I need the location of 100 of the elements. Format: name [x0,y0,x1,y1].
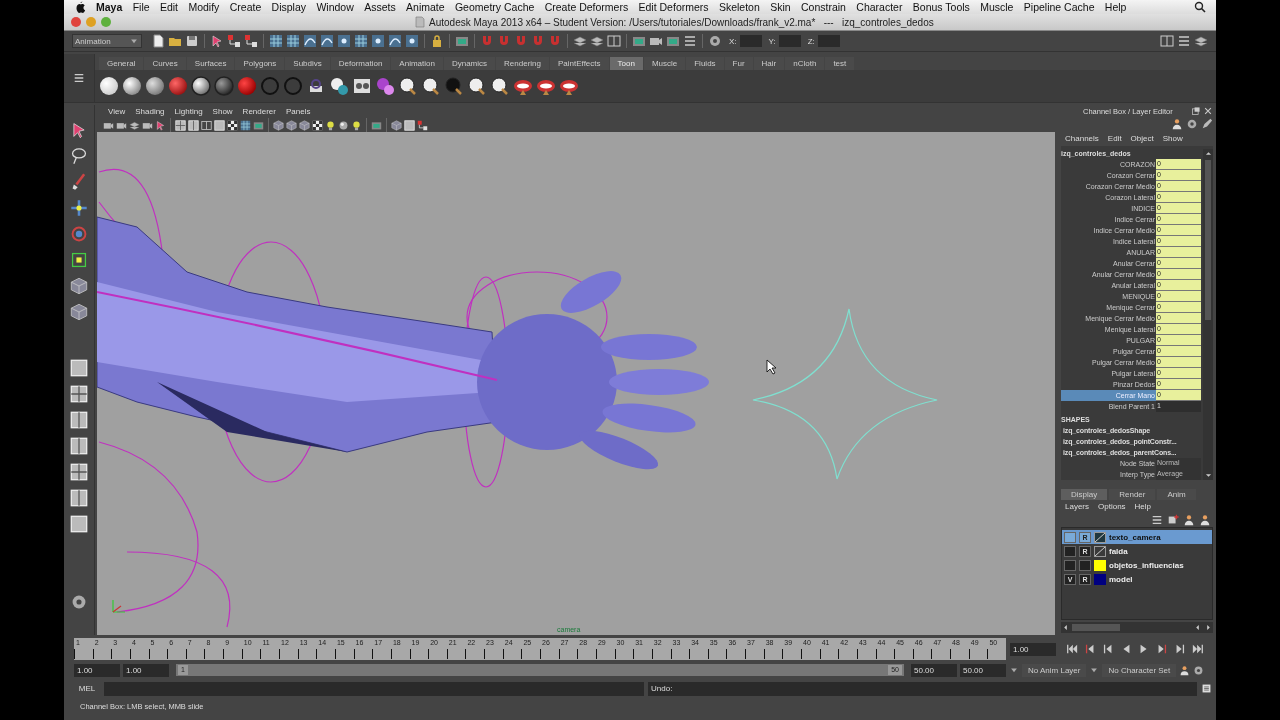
shelf-tab[interactable]: Fur [724,57,753,70]
menu-item[interactable]: Edit Deformers [633,1,714,13]
scrollbar[interactable] [1061,622,1213,633]
no-color-swatch-icon[interactable] [1094,545,1106,557]
close-icon[interactable] [1203,106,1213,116]
settings-icon[interactable] [70,593,88,611]
lasso-icon[interactable] [70,147,88,165]
spheres-icon[interactable] [375,76,395,96]
sphere-icon[interactable] [99,76,119,96]
list-icon[interactable] [1177,34,1191,48]
current-frame-field[interactable]: 1.00 [1010,642,1056,656]
app-menu[interactable]: Maya [86,1,128,13]
range-start-field[interactable]: 1.00 [123,663,169,677]
snap-curve-icon[interactable] [388,34,402,48]
layout-split-icon[interactable] [188,119,199,131]
hierarchy-icon[interactable] [244,34,258,48]
snap-point-icon[interactable] [371,34,385,48]
cube-icon[interactable] [299,119,310,131]
scrollbar[interactable] [1203,149,1213,480]
person-icon[interactable] [1179,664,1191,676]
script-icon[interactable] [1201,683,1212,694]
visibility-toggle[interactable] [1064,531,1076,543]
render-icon[interactable] [253,119,264,131]
lock-icon[interactable] [430,34,444,48]
panel-menu[interactable]: Lighting [169,107,208,116]
shelf-tab[interactable]: Animation [391,57,443,70]
menu-item[interactable]: Muscle [975,1,1019,13]
snap-point-icon[interactable] [405,34,419,48]
scale-icon[interactable] [70,251,88,269]
menu-item[interactable]: Create [224,1,267,13]
list-icon[interactable] [73,72,85,84]
new-layer-icon[interactable] [1167,514,1179,526]
search-icon[interactable] [1194,1,1206,13]
shelf-tab[interactable]: Fluids [686,57,724,70]
move-icon[interactable] [70,199,88,217]
visibility-toggle[interactable] [1064,545,1076,557]
step-forward-key-icon[interactable] [1174,643,1186,655]
shelf-tab[interactable]: Subdivs [285,57,330,70]
layer-menu[interactable]: Options [1098,502,1126,511]
layout-split-icon[interactable] [70,411,88,429]
settings-icon[interactable] [708,34,722,48]
person-icon[interactable] [1183,514,1195,526]
shelf-tab[interactable]: Polygons [235,57,285,70]
menu-item[interactable]: Character [851,1,908,13]
command-field[interactable] [104,681,644,696]
end-time-field[interactable]: 50.00 [960,663,1006,677]
color-swatch[interactable] [1094,559,1106,571]
snap-grid-icon[interactable] [286,34,300,48]
select-arrow-icon[interactable] [210,34,224,48]
sphere-brush-icon[interactable] [398,76,418,96]
new-file-icon[interactable] [151,34,165,48]
menu-item[interactable]: Skeleton [713,1,765,13]
menu-item[interactable]: Help [1099,1,1132,13]
layer-row[interactable]: objetos_influencias [1062,558,1212,572]
rotate-icon[interactable] [70,225,88,243]
settings-icon[interactable] [1193,664,1205,676]
layer-tab[interactable]: Render [1109,489,1156,500]
cube-icon[interactable] [70,277,88,295]
channel-box-menu[interactable]: Channels [1065,133,1099,143]
snap-grid-icon[interactable] [240,119,251,131]
shelf-tab[interactable]: Curves [144,57,186,70]
menu-item[interactable]: Edit [154,1,184,13]
skip-end-icon[interactable] [1192,643,1204,655]
panel-menu[interactable]: Show [207,107,238,116]
shelf-tab[interactable]: nCloth [785,57,825,70]
panel-menu[interactable]: View [103,107,131,116]
script-language-toggle[interactable]: MEL [74,684,100,693]
panel-icon[interactable] [201,119,212,131]
panel-menu[interactable]: Renderer [237,107,281,116]
layers-icon[interactable] [1194,34,1208,48]
layout-split-icon[interactable] [70,437,88,455]
close-window-button[interactable] [71,17,81,27]
menu-item[interactable]: Constrain [795,1,852,13]
settings-icon[interactable] [1186,117,1198,130]
cube-icon[interactable] [286,119,297,131]
shelf-tab[interactable]: Deformation [330,57,391,70]
sphere-icon[interactable] [122,76,142,96]
step-back-icon[interactable] [1102,643,1114,655]
layout-single-icon[interactable] [70,359,88,377]
panel-icon[interactable] [607,34,621,48]
cube-icon[interactable] [70,303,88,321]
shelf-tab[interactable]: Rendering [496,57,549,70]
float-icon[interactable] [1191,106,1201,116]
spheres-icon[interactable] [329,76,349,96]
anim-layer-dropdown[interactable]: No Anim Layer [1022,663,1087,677]
scroll-left-icon[interactable] [1193,623,1202,632]
render-icon[interactable] [371,119,382,131]
checker-icon[interactable] [227,119,238,131]
menu-item[interactable]: Modify [183,1,225,13]
range-end-field[interactable]: 50.00 [911,663,957,677]
person-icon[interactable] [1171,117,1183,130]
channel-box-menu[interactable]: Object [1130,133,1154,143]
menu-item[interactable]: Display [266,1,312,13]
layout-four-icon[interactable] [70,385,88,403]
person-icon[interactable] [1199,514,1211,526]
character-set-dropdown[interactable]: No Character Set [1102,663,1177,677]
scroll-right-icon[interactable] [1204,623,1213,632]
scroll-left-icon[interactable] [1061,623,1070,632]
light-bulb-icon[interactable] [325,119,336,131]
step-back-key-icon[interactable] [1084,643,1096,655]
